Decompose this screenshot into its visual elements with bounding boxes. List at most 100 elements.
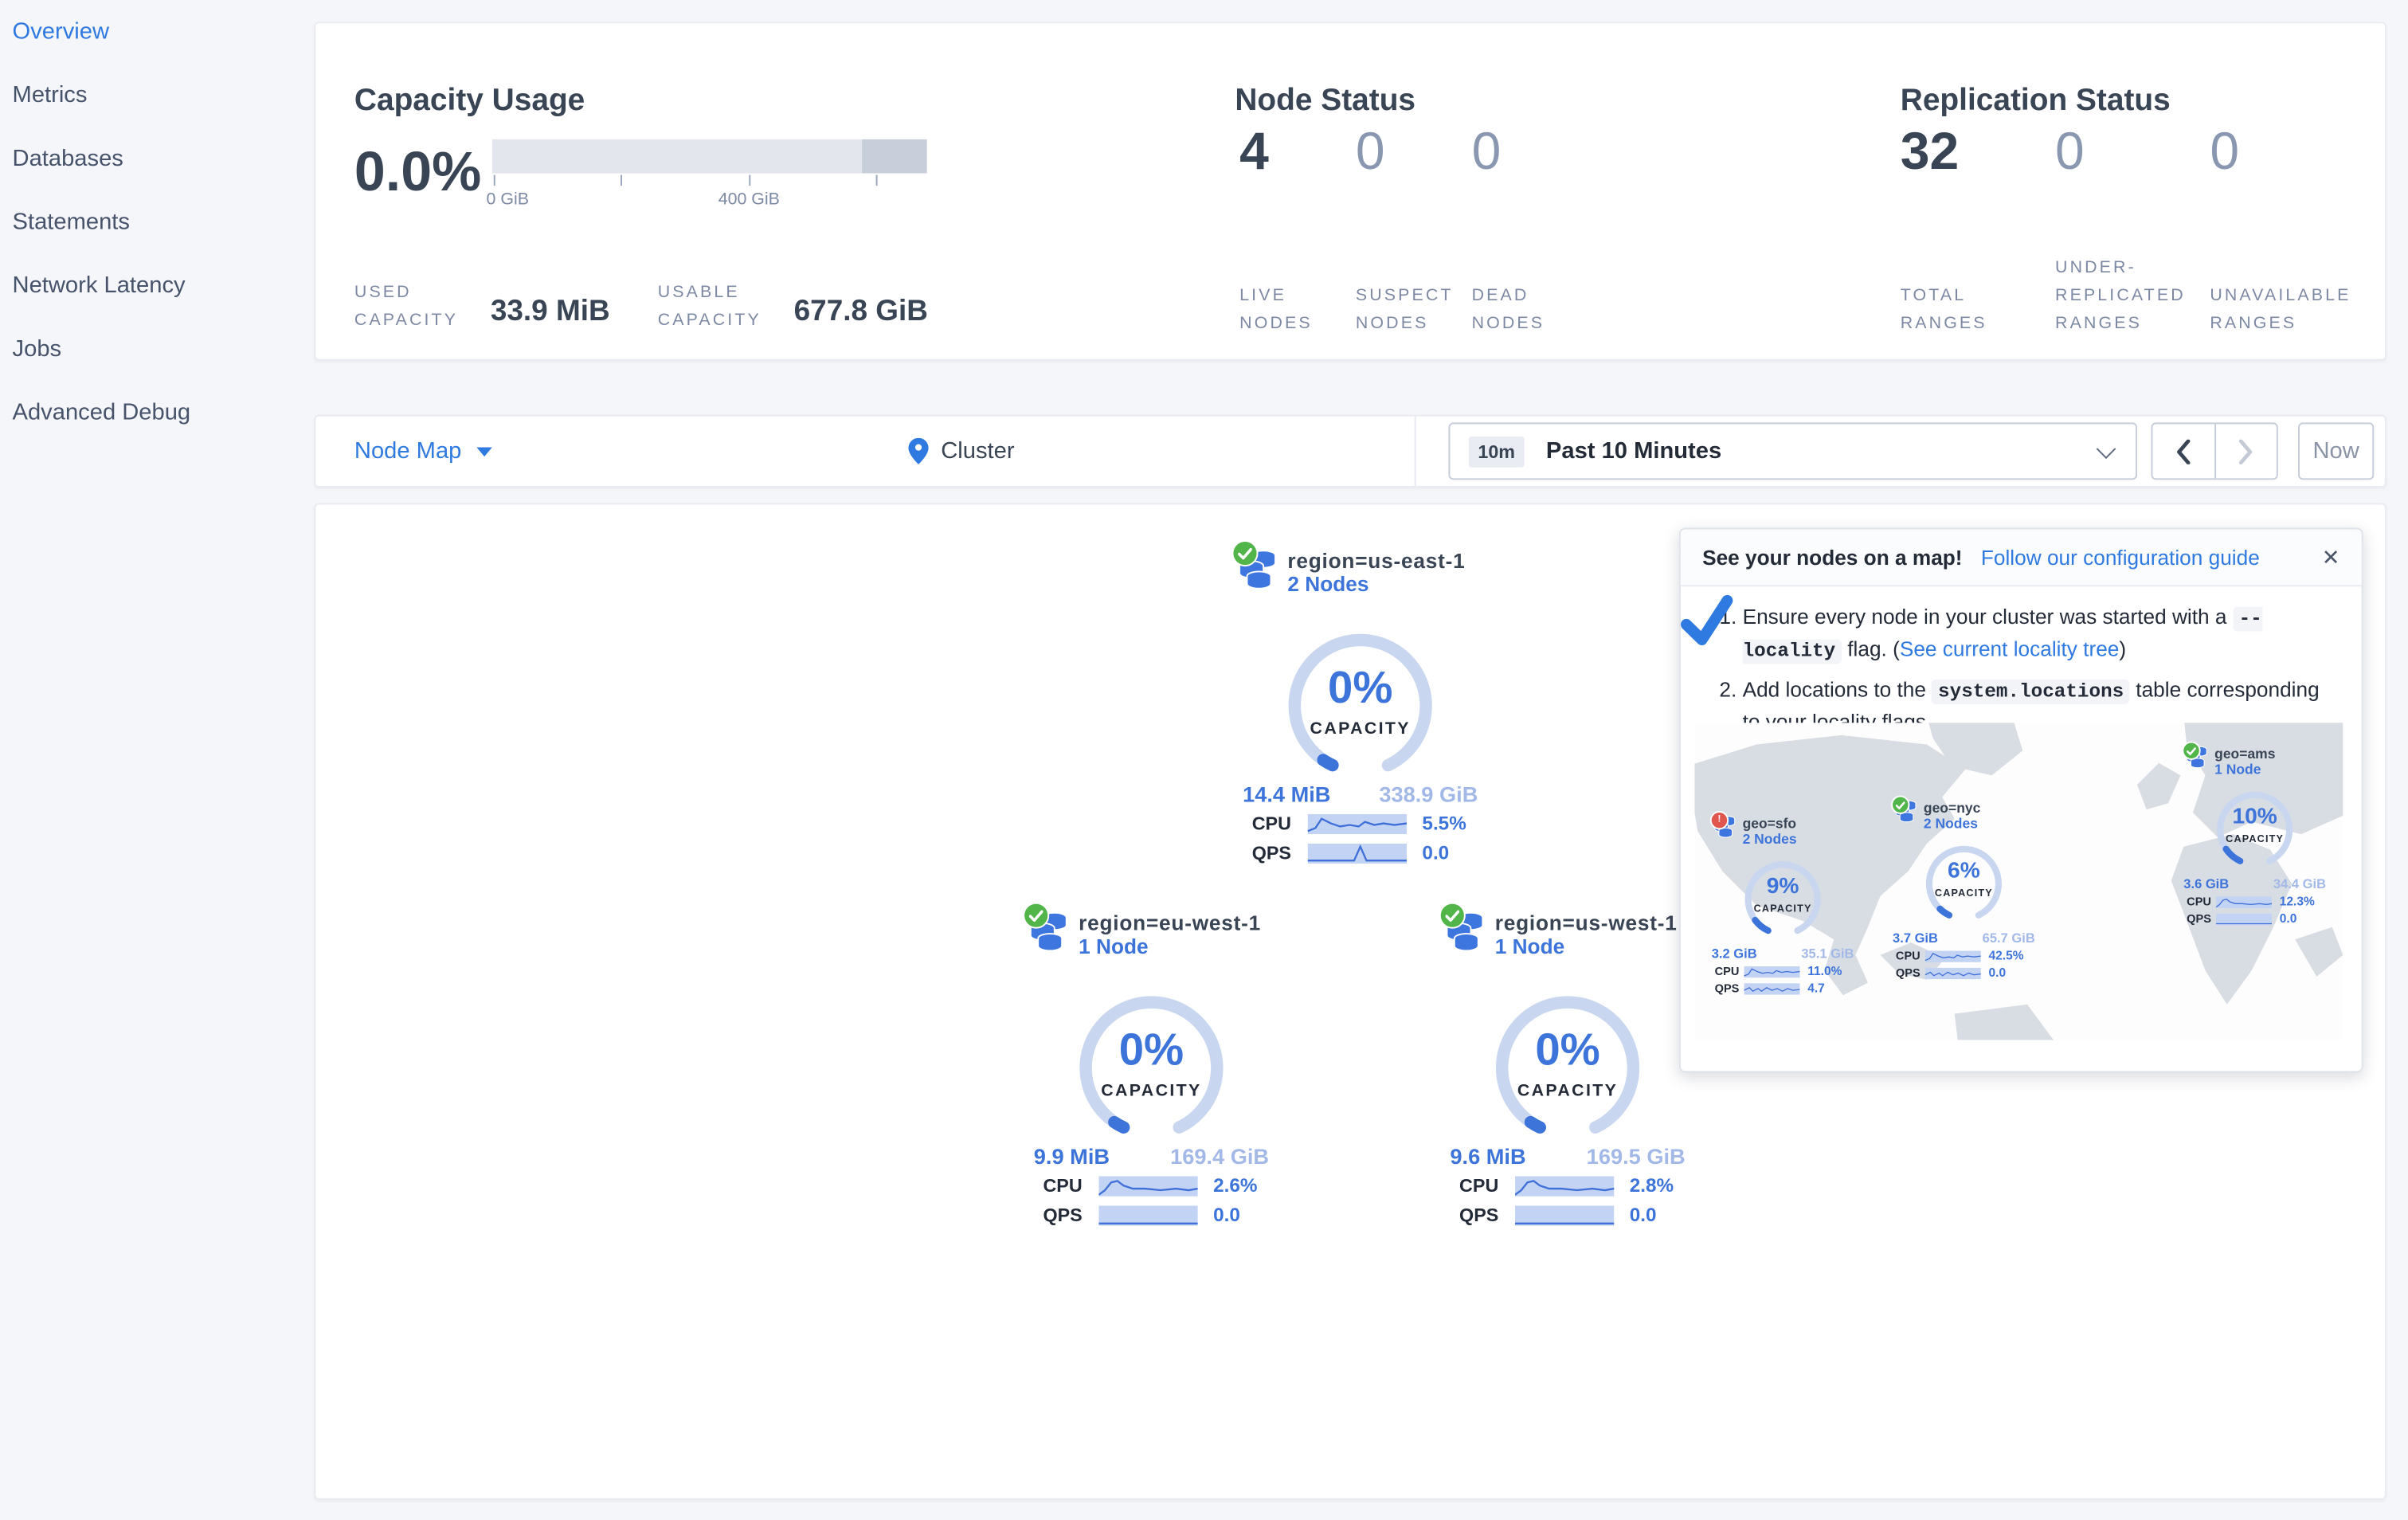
step1-text-post: ) — [2119, 638, 2127, 662]
cpu-sparkline — [1098, 1175, 1198, 1196]
step2-text: Add locations to the — [1742, 677, 1932, 701]
time-range-label: Past 10 Minutes — [1545, 437, 1722, 464]
qps-value: 0.0 — [2279, 911, 2297, 926]
capacity-bar-used-segment — [861, 139, 927, 174]
qps-sparkline — [1515, 1205, 1615, 1225]
mini-usable-capacity: 65.7 GiB — [1982, 930, 2035, 946]
cpu-sparkline — [2216, 895, 2273, 908]
configuration-guide-link[interactable]: Follow our configuration guide — [1981, 546, 2260, 569]
step1-text-mid: flag. ( — [1841, 638, 1900, 662]
system-locations-code: system.locations — [1932, 679, 2131, 704]
chevron-right-icon — [2239, 438, 2253, 464]
healthy-check-badge — [1023, 902, 1050, 929]
mini-region-name: geo=nyc — [1923, 800, 1981, 816]
capacity-percent: 0.0% — [354, 139, 482, 203]
cpu-value: 2.8% — [1629, 1174, 1674, 1197]
cpu-value: 42.5% — [1988, 948, 2024, 963]
mini-region-card-geo-ams: geo=ams 1 Node 10% CAPACITY 3.6 GiB 34.4… — [2182, 741, 2327, 928]
breadcrumb[interactable]: Cluster — [908, 417, 1015, 486]
region-name: region=eu-west-1 — [1079, 911, 1262, 935]
region-usable-capacity: 338.9 GiB — [1379, 782, 1478, 807]
under-replicated-ranges-value: 0 — [2055, 122, 2085, 182]
total-ranges-label: TOTAL RANGES — [1900, 285, 1987, 333]
healthy-check-badge — [1891, 795, 1910, 814]
gauge-percent: 0% — [1535, 1026, 1600, 1076]
cpu-sparkline — [1515, 1175, 1615, 1196]
mini-region-name: geo=sfo — [1742, 815, 1797, 832]
mini-gauge-percent: 9% — [1766, 874, 1799, 899]
region-used-capacity: 9.6 MiB — [1450, 1143, 1526, 1169]
qps-label: QPS — [1459, 1204, 1499, 1226]
capacity-gauge: 0% CAPACITY — [1486, 986, 1650, 1150]
qps-label: QPS — [1714, 981, 1740, 996]
mini-capacity-gauge: 10% CAPACITY — [2211, 786, 2298, 873]
time-range-next-button[interactable] — [2214, 424, 2277, 479]
dead-nodes-value: 0 — [1471, 122, 1502, 182]
region-name: region=us-west-1 — [1494, 911, 1678, 935]
cpu-label: CPU — [2187, 894, 2211, 909]
cpu-label: CPU — [1251, 812, 1291, 835]
qps-value: 0.0 — [1988, 966, 2007, 980]
sidebar-item-advanced-debug[interactable]: Advanced Debug — [0, 381, 314, 445]
sidebar: Overview Metrics Databases Statements Ne… — [0, 0, 315, 1520]
cpu-value: 5.5% — [1422, 812, 1466, 835]
usable-capacity-label: USABLE CAPACITY — [657, 282, 762, 330]
chevron-down-icon — [2096, 439, 2116, 459]
cpu-value: 12.3% — [2279, 894, 2315, 909]
locality-tree-link[interactable]: See current locality tree — [1900, 638, 2120, 661]
region-nodes-link[interactable]: 1 Node — [1079, 934, 1261, 958]
capacity-gauge: 0% CAPACITY — [1069, 986, 1233, 1150]
region-name: region=us-east-1 — [1287, 549, 1466, 573]
mini-gauge-capacity-label: CAPACITY — [2226, 834, 2285, 845]
region-usable-capacity: 169.4 GiB — [1170, 1143, 1270, 1169]
capacity-usage-title: Capacity Usage — [354, 83, 585, 117]
sidebar-item-databases[interactable]: Databases — [0, 127, 314, 190]
mini-used-capacity: 3.6 GiB — [2183, 876, 2230, 892]
total-ranges-value: 32 — [1900, 122, 1960, 182]
qps-value: 0.0 — [1422, 841, 1450, 864]
gauge-capacity-label: CAPACITY — [1310, 719, 1411, 738]
under-replicated-ranges-label: UNDER-REPLICATED RANGES — [2055, 257, 2186, 333]
region-nodes-link[interactable]: 2 Nodes — [1287, 573, 1465, 596]
mini-capacity-gauge: 9% CAPACITY — [1740, 856, 1827, 942]
region-nodes-link[interactable]: 1 Node — [1495, 934, 1678, 958]
warning-badge: ! — [1709, 811, 1729, 830]
qps-value: 0.0 — [1213, 1204, 1240, 1226]
qps-label: QPS — [1251, 841, 1291, 864]
suspect-nodes-value: 0 — [1355, 122, 1385, 182]
cpu-value: 2.6% — [1213, 1174, 1258, 1197]
db-console-overview-page: Overview Metrics Databases Statements Ne… — [0, 0, 2408, 1520]
healthy-check-badge — [2182, 741, 2201, 760]
capacity-gauge: 0% CAPACITY — [1278, 624, 1443, 788]
qps-label: QPS — [1043, 1204, 1083, 1226]
used-capacity-label: USED CAPACITY — [354, 282, 459, 330]
popup-body: Ensure every node in your cluster was st… — [1681, 586, 2362, 739]
mini-usable-capacity: 34.4 GiB — [2273, 876, 2327, 892]
view-selector-label: Node Map — [354, 437, 462, 464]
close-icon[interactable]: ✕ — [2322, 544, 2340, 570]
region-used-capacity: 14.4 MiB — [1243, 782, 1331, 807]
now-button[interactable]: Now — [2298, 422, 2375, 480]
qps-label: QPS — [1895, 966, 1921, 980]
sidebar-item-jobs[interactable]: Jobs — [0, 317, 314, 381]
mini-gauge-percent: 10% — [2232, 805, 2277, 830]
time-range-badge: 10m — [1468, 435, 1525, 467]
mini-used-capacity: 3.2 GiB — [1711, 946, 1757, 962]
sidebar-item-statements[interactable]: Statements — [0, 190, 314, 254]
region-used-capacity: 9.9 MiB — [1033, 1143, 1110, 1169]
time-range-prev-button[interactable] — [2152, 424, 2214, 478]
qps-sparkline — [1307, 842, 1408, 864]
cpu-label: CPU — [1459, 1174, 1499, 1197]
time-range-dropdown[interactable]: 10m Past 10 Minutes — [1448, 422, 2138, 480]
sidebar-item-network-latency[interactable]: Network Latency — [0, 254, 314, 318]
view-selector-dropdown[interactable]: Node Map — [354, 417, 493, 486]
mini-gauge-capacity-label: CAPACITY — [1934, 888, 1993, 899]
cpu-label: CPU — [1043, 1174, 1083, 1197]
mini-region-nodes: 2 Nodes — [1923, 815, 1978, 832]
capacity-tick-0: 0 GiB — [486, 190, 529, 210]
region-card-us-east-1: region=us-east-1 2 Nodes 0% CAPACITY 14.… — [1231, 540, 1484, 868]
time-range-pager — [2151, 422, 2278, 480]
sidebar-item-overview[interactable]: Overview — [0, 0, 314, 64]
sidebar-item-metrics[interactable]: Metrics — [0, 64, 314, 127]
chevron-left-icon — [2176, 438, 2190, 464]
